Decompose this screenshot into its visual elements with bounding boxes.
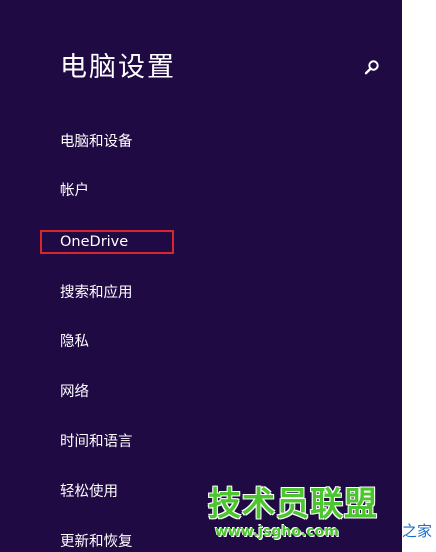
menu-item-pc-and-devices[interactable]: 电脑和设备 xyxy=(60,132,133,152)
search-icon xyxy=(364,60,379,75)
menu-item-update-and-recovery[interactable]: 更新和恢复 xyxy=(60,532,133,552)
search-button[interactable] xyxy=(362,58,382,78)
menu-item-time-and-language[interactable]: 时间和语言 xyxy=(60,432,133,452)
menu-item-network[interactable]: 网络 xyxy=(60,382,89,402)
menu-item-ease-of-access[interactable]: 轻松使用 xyxy=(60,482,118,502)
page-title: 电脑设置 xyxy=(60,52,176,83)
settings-pane: 电脑设置 电脑和设备 帐户 OneDrive 搜索和应用 隐私 网络 时间和语言… xyxy=(0,0,402,552)
menu-item-accounts[interactable]: 帐户 xyxy=(60,181,89,201)
onedrive-highlight-box xyxy=(40,230,174,254)
menu-item-privacy[interactable]: 隐私 xyxy=(60,332,89,352)
watermark-logo: 技术员联盟 xyxy=(208,484,378,523)
watermark-tail: 之家 xyxy=(402,522,433,540)
watermark-url: www.jsgho.com xyxy=(215,524,339,540)
menu-item-search-and-apps[interactable]: 搜索和应用 xyxy=(60,283,133,303)
